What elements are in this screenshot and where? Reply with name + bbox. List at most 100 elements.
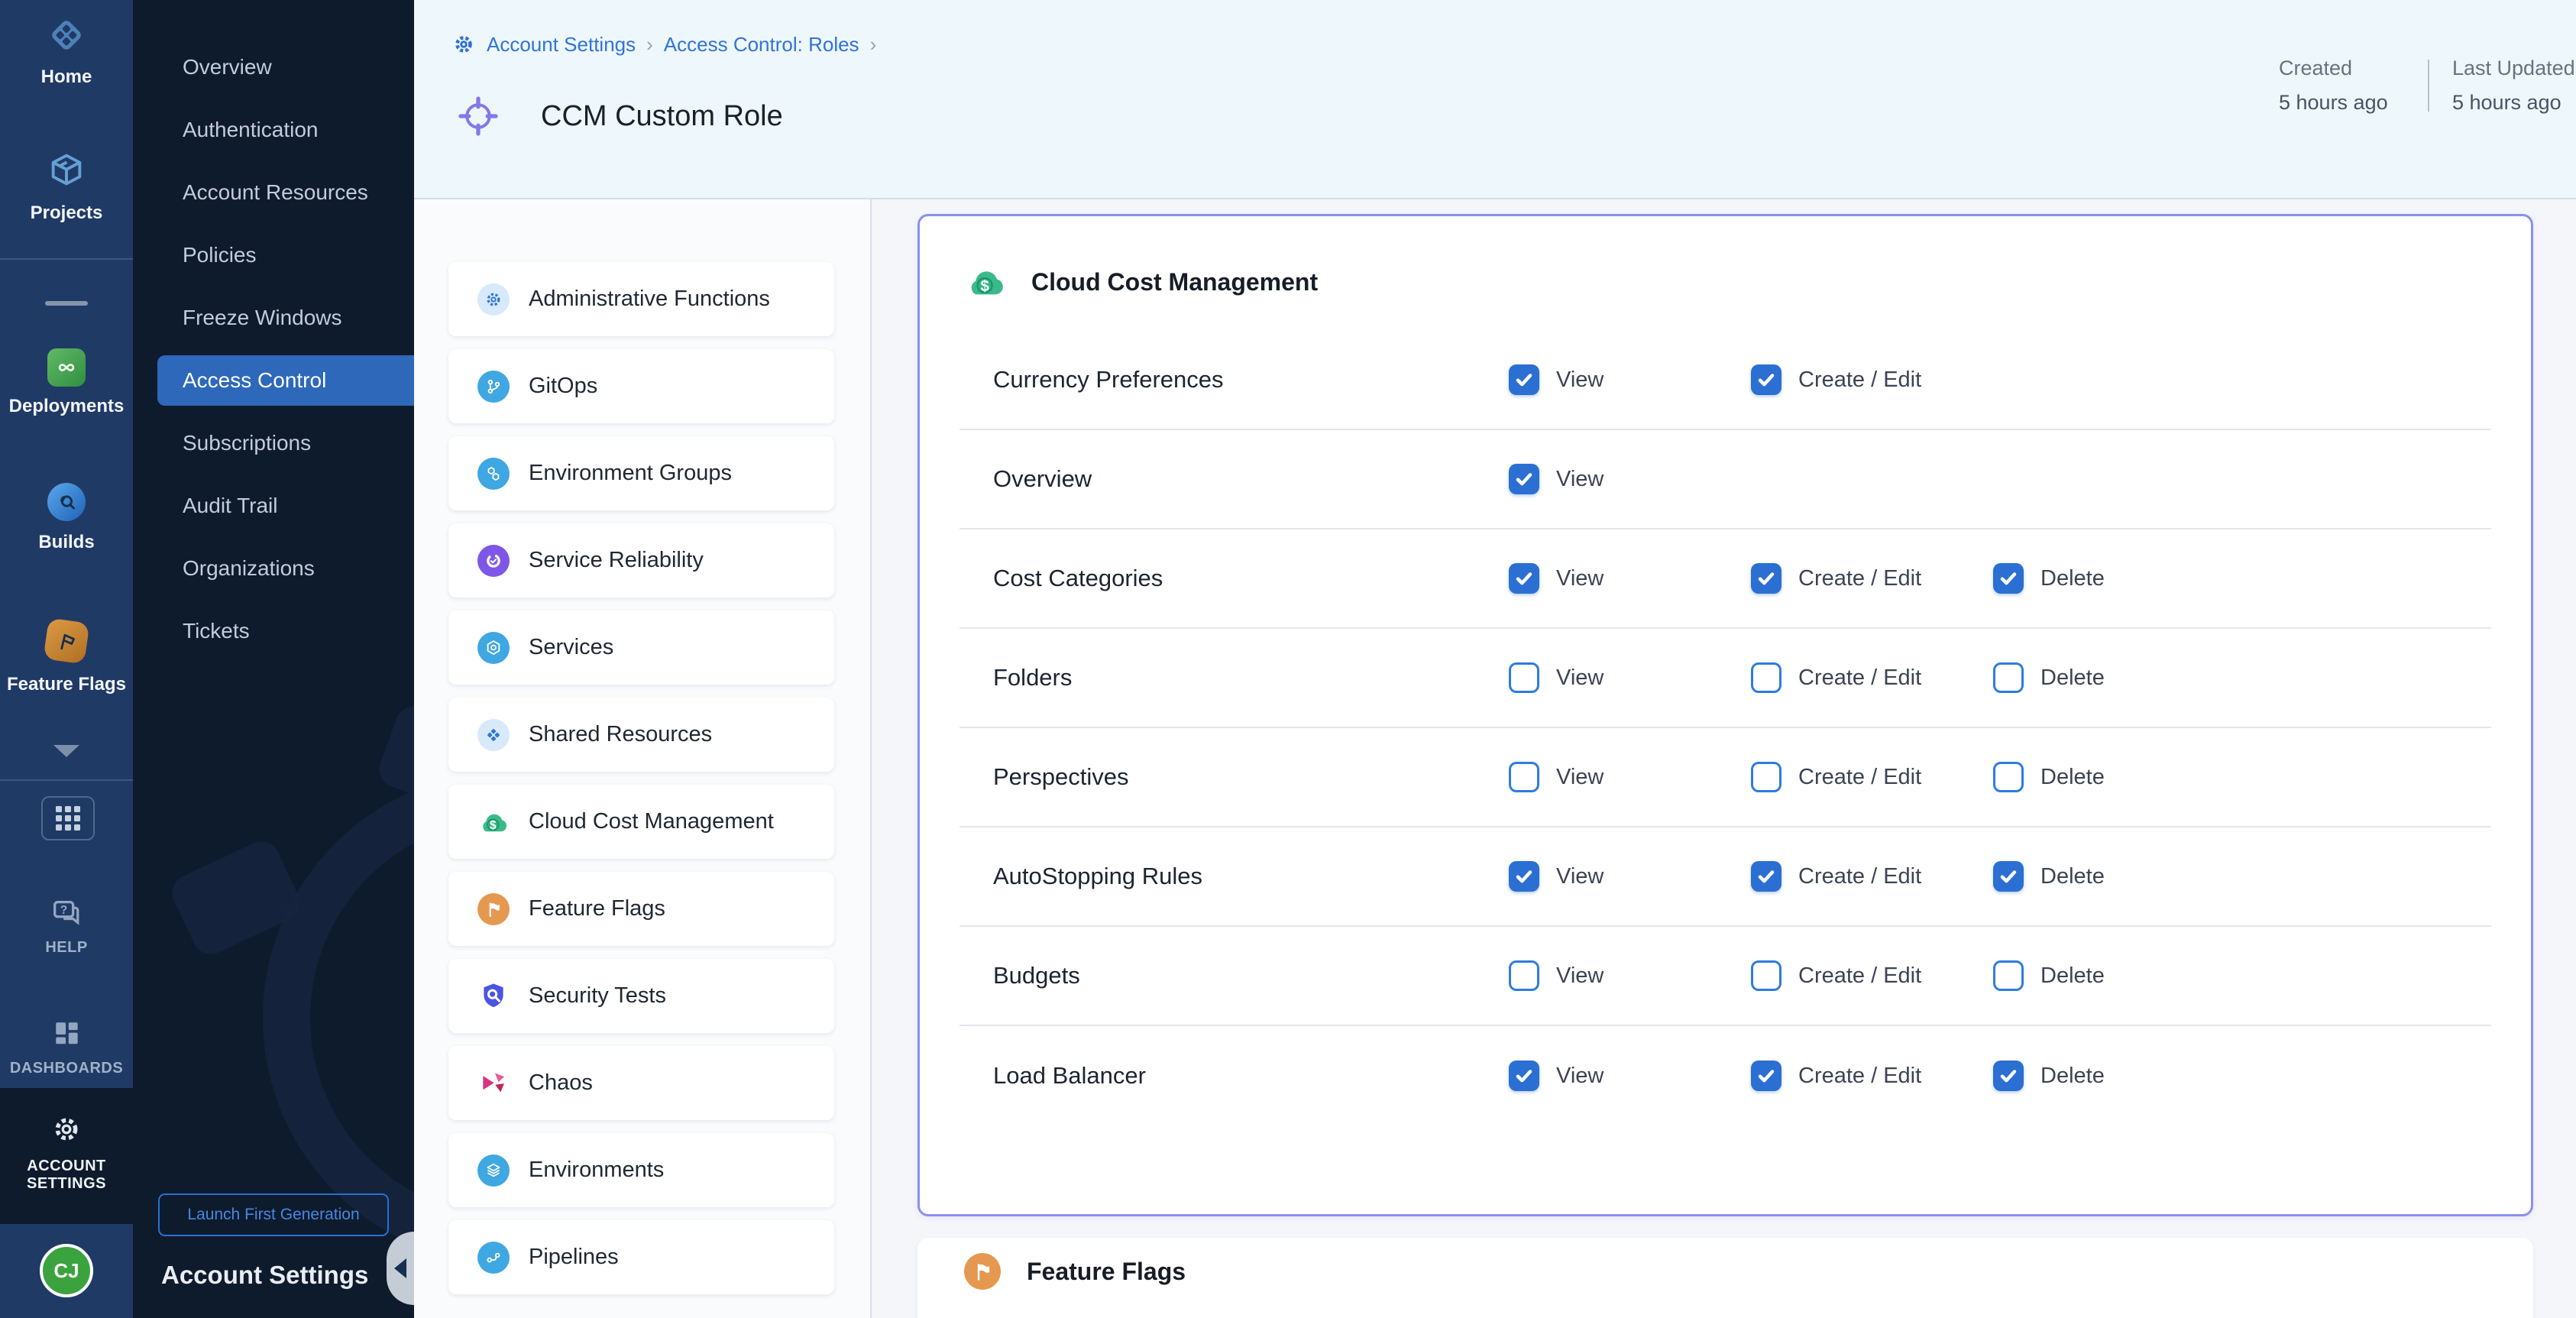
breadcrumb-link-account-settings[interactable]: Account Settings [487, 33, 636, 57]
module-card-security-tests[interactable]: Security Tests [448, 959, 834, 1033]
checkbox-view[interactable] [1509, 762, 1539, 792]
checkbox-delete[interactable] [1993, 861, 2024, 892]
checkbox-delete[interactable] [1993, 662, 2024, 693]
breadcrumb-link-access-control-roles[interactable]: Access Control: Roles [664, 33, 859, 57]
svg-text:$: $ [490, 818, 497, 831]
checkbox-view[interactable] [1509, 960, 1539, 991]
checkbox-label: Delete [2040, 1064, 2105, 1089]
rail-label-dashboards: DASHBOARDS [0, 1060, 133, 1077]
environments-icon [477, 1154, 510, 1187]
sidebar-collapse-button[interactable] [387, 1232, 414, 1305]
permission-cell-delete: Delete [1993, 762, 2235, 792]
checkbox-create-edit[interactable] [1751, 364, 1782, 395]
main-area: $ Cloud Cost Management Currency Prefere… [873, 199, 2576, 1318]
module-card-pipelines[interactable]: Pipelines [448, 1220, 834, 1294]
permission-row-load-balancer: Load BalancerViewCreate / EditDelete [960, 1026, 2491, 1125]
checkbox-label: Create / Edit [1798, 765, 1921, 790]
permission-cell-create-edit: Create / Edit [1751, 364, 1993, 395]
sidebar-item-account-resources[interactable]: Account Resources [157, 167, 414, 218]
icon-rail: Home Projects Deployments Builds [0, 0, 133, 1318]
checkbox-label: Delete [2040, 665, 2105, 691]
permission-cell-view: View [1509, 563, 1751, 594]
permission-name: Folders [993, 664, 1509, 691]
checkbox-delete[interactable] [1993, 1061, 2024, 1091]
module-card-feature-flags[interactable]: Feature Flags [448, 872, 834, 946]
module-card-environments[interactable]: Environments [448, 1133, 834, 1207]
checkbox-create-edit[interactable] [1751, 762, 1782, 792]
rail-item-feature-flags[interactable]: Feature Flags [0, 620, 133, 695]
sidebar-item-policies[interactable]: Policies [157, 230, 414, 280]
checkbox-label: Create / Edit [1798, 1064, 1921, 1089]
watermark-gear-icon [263, 772, 414, 1264]
module-card-administrative-functions[interactable]: Administrative Functions [448, 262, 834, 336]
permission-name: Cost Categories [993, 565, 1509, 592]
chevron-down-icon[interactable] [53, 745, 79, 757]
permission-cell-create-edit: Create / Edit [1751, 1061, 1993, 1091]
checkbox-view[interactable] [1509, 1061, 1539, 1091]
checkbox-view[interactable] [1509, 861, 1539, 892]
sidebar-item-access-control[interactable]: Access Control [157, 355, 414, 406]
rail-label-builds: Builds [0, 532, 133, 553]
permission-cell-view: View [1509, 762, 1751, 792]
breadcrumb-separator: › [870, 33, 877, 57]
checkbox-create-edit[interactable] [1751, 563, 1782, 594]
module-card-cloud-cost-management[interactable]: $Cloud Cost Management [448, 785, 834, 859]
collapse-left-icon [394, 1258, 406, 1278]
checkbox-create-edit[interactable] [1751, 861, 1782, 892]
rail-item-projects[interactable]: Projects [0, 150, 133, 224]
sidebar-item-subscriptions[interactable]: Subscriptions [157, 418, 414, 468]
rail-item-deployments[interactable]: Deployments [0, 348, 133, 417]
svg-text:$: $ [980, 277, 989, 295]
module-label: Feature Flags [529, 896, 665, 921]
builds-icon [47, 483, 86, 521]
checkbox-label: Delete [2040, 963, 2105, 989]
module-card-services[interactable]: Services [448, 610, 834, 685]
content: Account Settings › Access Control: Roles… [414, 0, 2576, 1318]
module-label: Service Reliability [529, 548, 704, 573]
account-settings-gear-icon [0, 1112, 133, 1150]
checkbox-create-edit[interactable] [1751, 960, 1782, 991]
rail-item-account-settings[interactable]: ACCOUNT SETTINGS [0, 1088, 133, 1224]
rail-label-projects: Projects [0, 202, 133, 224]
sidebar-item-tickets[interactable]: Tickets [157, 606, 414, 656]
gitops-icon [477, 371, 510, 403]
panel-header: $ Cloud Cost Management [964, 261, 1318, 303]
sidebar-item-authentication[interactable]: Authentication [157, 105, 414, 155]
checkbox-label: View [1556, 963, 1604, 989]
module-label: Pipelines [529, 1245, 619, 1270]
module-card-environment-groups[interactable]: Environment Groups [448, 436, 834, 510]
checkbox-create-edit[interactable] [1751, 1061, 1782, 1091]
module-card-service-reliability[interactable]: Service Reliability [448, 523, 834, 597]
rail-item-help[interactable]: ? HELP [0, 895, 133, 957]
rail-item-home[interactable]: Home [0, 15, 133, 88]
module-label: Environments [529, 1158, 664, 1183]
sidebar-item-overview[interactable]: Overview [157, 42, 414, 92]
module-card-shared-resources[interactable]: Shared Resources [448, 698, 834, 772]
module-card-chaos[interactable]: Chaos [448, 1046, 834, 1120]
sidebar-item-organizations[interactable]: Organizations [157, 543, 414, 594]
permission-name: Currency Preferences [993, 366, 1509, 393]
checkbox-view[interactable] [1509, 662, 1539, 693]
module-card-gitops[interactable]: GitOps [448, 349, 834, 423]
checkbox-view[interactable] [1509, 563, 1539, 594]
rail-item-builds[interactable]: Builds [0, 483, 133, 553]
checkbox-view[interactable] [1509, 464, 1539, 494]
sidebar-item-audit-trail[interactable]: Audit Trail [157, 481, 414, 531]
svg-text:?: ? [60, 904, 67, 917]
launch-first-generation-button[interactable]: Launch First Generation [158, 1193, 389, 1236]
title-row: CCM Custom Role [455, 93, 783, 139]
shared-resources-icon [477, 719, 510, 751]
all-modules-grid-button[interactable] [41, 796, 95, 840]
rail-item-dashboards[interactable]: DASHBOARDS [0, 1016, 133, 1077]
checkbox-create-edit[interactable] [1751, 662, 1782, 693]
avatar[interactable]: CJ [40, 1244, 93, 1297]
checkbox-delete[interactable] [1993, 563, 2024, 594]
service-reliability-icon [477, 545, 510, 577]
sidebar-menu: Overview Authentication Account Resources P… [133, 42, 414, 669]
checkbox-delete[interactable] [1993, 762, 2024, 792]
checkbox-view[interactable] [1509, 364, 1539, 395]
checkbox-delete[interactable] [1993, 960, 2024, 991]
sidebar-item-freeze-windows[interactable]: Freeze Windows [157, 293, 414, 343]
permission-cell-create-edit: Create / Edit [1751, 563, 1993, 594]
feature-flag-icon [964, 1253, 1001, 1290]
